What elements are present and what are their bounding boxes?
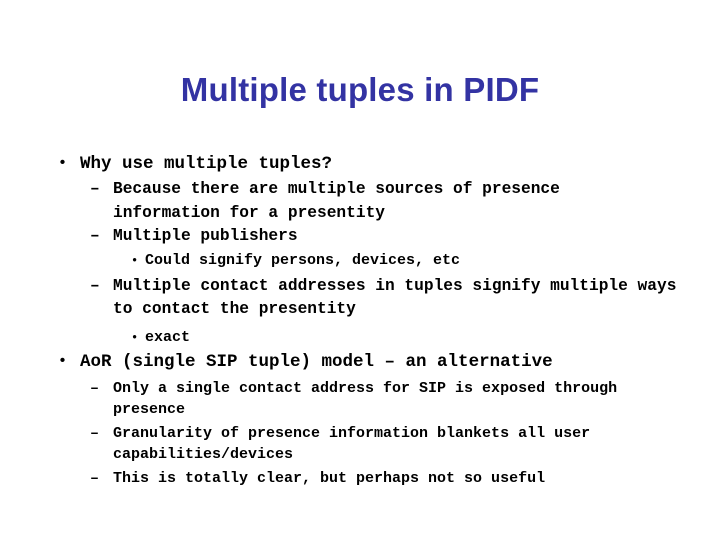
bullet-item-level2: – This is totally clear, but perhaps not… xyxy=(0,468,720,490)
bullet-text: Granularity of presence information blan… xyxy=(113,424,600,464)
slide: Multiple tuples in PIDF • Why use multip… xyxy=(0,0,720,540)
bullet-marker-dot-icon: • xyxy=(131,253,139,268)
bullet-item-level3: • exact xyxy=(0,326,720,350)
bullet-item-level2: – Granularity of presence information bl… xyxy=(0,423,720,466)
bullet-marker-dash-icon: – xyxy=(90,227,100,245)
slide-title: Multiple tuples in PIDF xyxy=(180,71,540,108)
slide-body: • Why use multiple tuples? – Because the… xyxy=(0,152,720,489)
bullet-marker-dash-icon: – xyxy=(90,379,100,397)
bullet-marker-dot-icon: • xyxy=(58,155,68,172)
bullet-text: AoR (single SIP tuple) model – an altern… xyxy=(80,351,553,372)
bullet-marker-dot-icon: • xyxy=(131,330,139,345)
bullet-item-level1: • AoR (single SIP tuple) model – an alte… xyxy=(0,350,720,374)
bullet-item-level2: – Only a single contact address for SIP … xyxy=(0,378,720,421)
bullet-text: Only a single contact address for SIP is… xyxy=(113,379,627,419)
bullet-text: Multiple publishers xyxy=(113,227,298,245)
bullet-text: Could signify persons, devices, etc xyxy=(145,251,461,269)
bullet-text: Because there are multiple sources of pr… xyxy=(113,180,570,222)
bullet-text: Why use multiple tuples? xyxy=(80,154,333,174)
bullet-item-level2: – Because there are multiple sources of … xyxy=(0,178,702,225)
bullet-text: Multiple contact addresses in tuples sig… xyxy=(113,276,687,319)
bullet-item-level2: – Multiple contact addresses in tuples s… xyxy=(0,275,720,322)
bullet-marker-dash-icon: – xyxy=(90,424,100,442)
bullet-item-level3: • Could signify persons, devices, etc xyxy=(0,249,720,273)
bullet-marker-dash-icon: – xyxy=(90,276,100,295)
bullet-item-level1: • Why use multiple tuples? xyxy=(0,152,720,176)
bullet-marker-dash-icon: – xyxy=(90,180,100,198)
bullet-text: This is totally clear, but perhaps not s… xyxy=(113,469,546,487)
bullet-text: exact xyxy=(145,328,191,346)
bullet-marker-dash-icon: – xyxy=(90,469,100,487)
bullet-item-level2: – Multiple publishers xyxy=(0,225,720,249)
bullet-marker-dot-icon: • xyxy=(58,352,68,370)
